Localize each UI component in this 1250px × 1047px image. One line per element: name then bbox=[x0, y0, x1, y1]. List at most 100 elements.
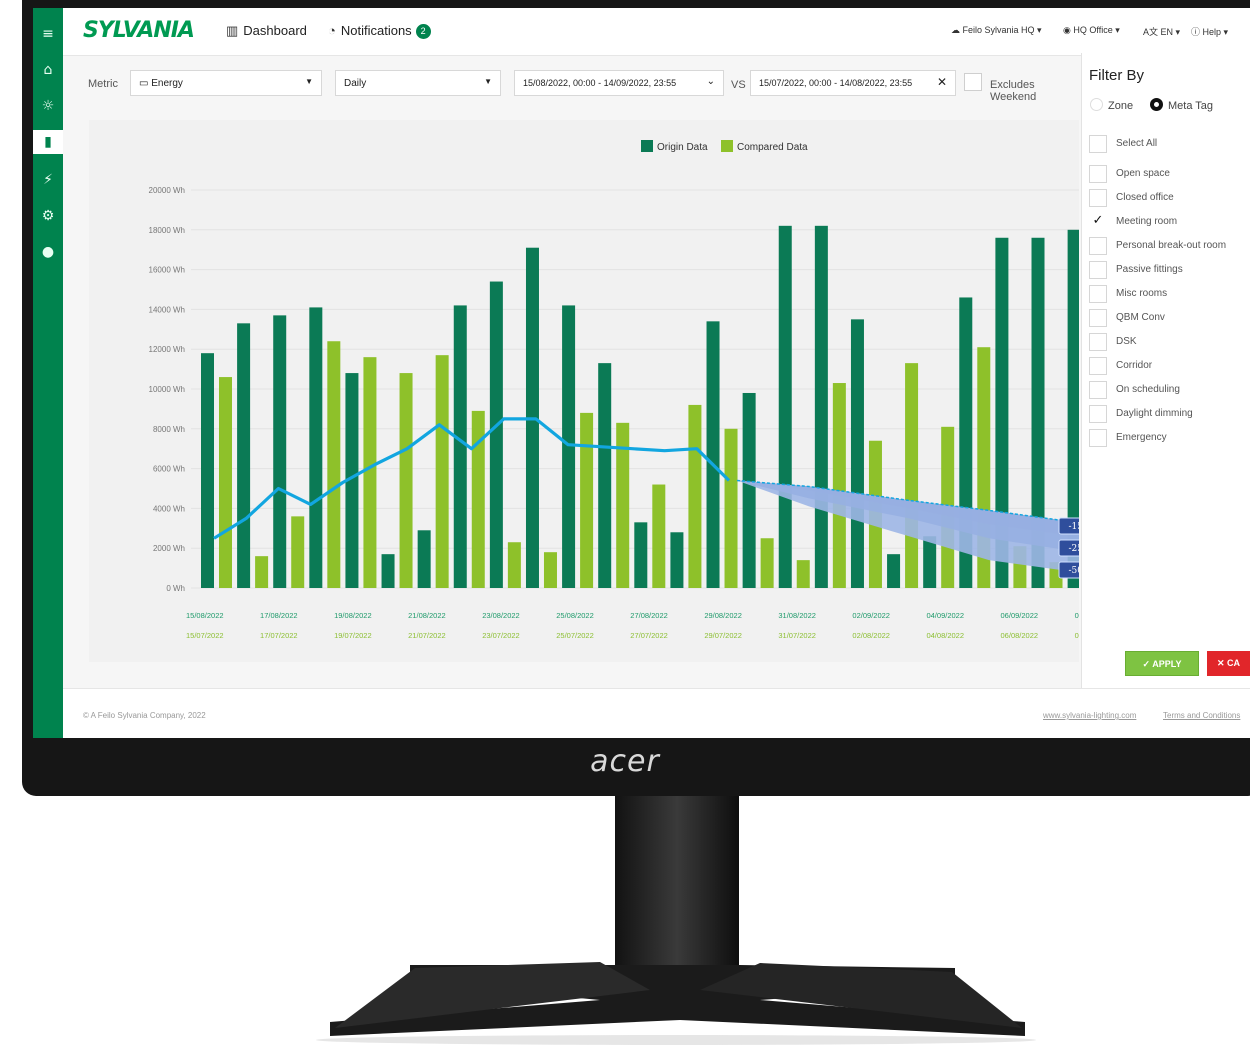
org-selector[interactable]: ☁ Feilo Sylvania HQ ▾ bbox=[951, 25, 1042, 36]
website-link[interactable]: www.sylvania-lighting.com bbox=[1043, 711, 1136, 720]
checkbox[interactable] bbox=[1089, 189, 1107, 207]
terms-link[interactable]: Terms and Conditions bbox=[1163, 711, 1240, 720]
x-tick-label-origin: 19/08/2022 bbox=[334, 611, 372, 620]
help-menu[interactable]: ⓘ Help ▾ bbox=[1191, 25, 1228, 38]
origin-date-range[interactable]: 15/08/2022, 00:00 - 14/09/2022, 23:55 ⌄ bbox=[514, 70, 724, 96]
photo-stage: acer ≡ ⌂ ☼ ▮ ⚡ ⚙ ● SYLVANIA ▥ Dashboard ◔… bbox=[0, 0, 1250, 1047]
nav-dashboard[interactable]: ▥ Dashboard bbox=[226, 23, 307, 39]
x-tick-label-compared: 25/07/2022 bbox=[556, 631, 594, 640]
metric-value: Energy bbox=[151, 78, 183, 89]
checkbox[interactable] bbox=[1089, 237, 1107, 255]
checkbox[interactable] bbox=[1089, 309, 1107, 327]
filter-item-label: DSK bbox=[1116, 336, 1137, 347]
apply-button[interactable]: ✓ APPLY bbox=[1125, 651, 1199, 676]
y-tick-label: 18000 Wh bbox=[149, 226, 185, 235]
chart-icon[interactable]: ▮ bbox=[33, 130, 63, 154]
filter-item-label: Emergency bbox=[1116, 432, 1167, 443]
radio-meta-label: Meta Tag bbox=[1168, 100, 1214, 112]
chart-toolbar: Metric ▭ Energy ▼ Daily ▼ 15/08/2022, 00… bbox=[63, 56, 1102, 106]
filter-item[interactable]: Open space bbox=[1089, 163, 1250, 185]
radio-selected-icon bbox=[1150, 98, 1163, 111]
radio-empty-icon bbox=[1090, 98, 1103, 111]
radio-meta-tag[interactable]: Meta Tag bbox=[1150, 98, 1213, 112]
compared-bar bbox=[507, 542, 521, 588]
filter-item[interactable]: Closed office bbox=[1089, 187, 1250, 209]
compared-bar bbox=[219, 377, 232, 588]
compared-bar bbox=[399, 373, 413, 588]
filter-item-label: Open space bbox=[1116, 168, 1170, 179]
x-tick-label-compared: 31/07/2022 bbox=[778, 631, 816, 640]
origin-bar bbox=[742, 392, 756, 588]
filter-item-label: Select All bbox=[1116, 138, 1158, 149]
building-icon[interactable]: ⌂ bbox=[33, 58, 63, 82]
filter-item[interactable]: Emergency bbox=[1089, 427, 1250, 449]
excludes-weekend-checkbox[interactable] bbox=[964, 73, 982, 91]
forecast-label: -50% bbox=[1068, 566, 1079, 576]
checkbox[interactable] bbox=[1089, 135, 1107, 153]
plug-icon[interactable]: ⚡ bbox=[33, 168, 63, 192]
x-tick-label-compared: 04/08/2022 bbox=[926, 631, 964, 640]
filter-item[interactable]: Passive fittings bbox=[1089, 259, 1250, 281]
checkbox[interactable] bbox=[1089, 405, 1107, 423]
checkbox[interactable] bbox=[1089, 285, 1107, 303]
help-label: Help bbox=[1202, 27, 1222, 37]
radio-zone[interactable]: Zone bbox=[1090, 98, 1133, 112]
checkbox[interactable] bbox=[1089, 333, 1107, 351]
compared-bar bbox=[580, 412, 594, 588]
origin-bar bbox=[598, 363, 612, 588]
filter-item[interactable]: Select All bbox=[1089, 133, 1250, 155]
x-tick-label-compared: 23/07/2022 bbox=[482, 631, 520, 640]
filter-item[interactable]: On scheduling bbox=[1089, 379, 1250, 401]
compared-date-range[interactable]: 15/07/2022, 00:00 - 14/08/2022, 23:55 ✕ bbox=[750, 70, 956, 96]
origin-bar bbox=[670, 532, 684, 588]
x-tick-label-origin: 02/09/2022 bbox=[852, 611, 890, 620]
radio-zone-label: Zone bbox=[1108, 100, 1134, 112]
y-tick-label: 10000 Wh bbox=[149, 385, 185, 394]
language-selector[interactable]: A文 EN ▾ bbox=[1143, 25, 1180, 38]
chevron-down-icon: ⌄ bbox=[706, 76, 715, 87]
site-selector[interactable]: ◉ HQ Office ▾ bbox=[1063, 25, 1120, 36]
cancel-button[interactable]: ✕ CA bbox=[1207, 651, 1250, 676]
origin-bar bbox=[201, 353, 214, 588]
compared-range-value: 15/07/2022, 00:00 - 14/08/2022, 23:55 bbox=[759, 78, 913, 88]
filter-item[interactable]: ✓ Meeting room bbox=[1089, 211, 1250, 233]
origin-bar bbox=[634, 522, 648, 588]
bulb-icon[interactable]: ☼ bbox=[33, 94, 63, 118]
checkbox[interactable] bbox=[1089, 261, 1107, 279]
filter-item[interactable]: Corridor bbox=[1089, 355, 1250, 377]
alert-icon[interactable]: ● bbox=[33, 240, 63, 264]
period-select[interactable]: Daily ▼ bbox=[335, 70, 501, 96]
chart-card: 0 Wh 2000 Wh 4000 Wh 6000 Wh 8000 Wh 10000 Wh… bbox=[89, 120, 1120, 662]
x-tick-label-compared: 06/08/2022 bbox=[1001, 631, 1039, 640]
filter-item[interactable]: Misc rooms bbox=[1089, 283, 1250, 305]
filter-panel: Filter By Zone Meta Tag Select All Open s… bbox=[1081, 53, 1250, 693]
checkmark-icon[interactable]: ✓ bbox=[1089, 213, 1107, 231]
metric-select[interactable]: ▭ Energy ▼ bbox=[130, 70, 322, 96]
nav-dashboard-label: Dashboard bbox=[243, 23, 307, 38]
menu-icon[interactable]: ≡ bbox=[33, 22, 63, 46]
checkbox[interactable] bbox=[1089, 381, 1107, 399]
origin-bar bbox=[887, 554, 901, 588]
filter-item[interactable]: QBM Conv bbox=[1089, 307, 1250, 329]
brand-logo: SYLVANIA bbox=[83, 18, 195, 43]
y-tick-label: 12000 Wh bbox=[149, 345, 185, 354]
x-tick-label-compared: 27/07/2022 bbox=[630, 631, 668, 640]
x-tick-label-compared: 19/07/2022 bbox=[334, 631, 372, 640]
filter-item[interactable]: Daylight dimming bbox=[1089, 403, 1250, 425]
compared-bar bbox=[363, 357, 377, 588]
x-tick-label-origin: 25/08/2022 bbox=[556, 611, 594, 620]
legend-swatch-origin bbox=[641, 140, 653, 152]
x-tick-label-origin: 27/08/2022 bbox=[630, 611, 668, 620]
check-icon: ✓ bbox=[1142, 659, 1153, 669]
checkbox[interactable] bbox=[1089, 429, 1107, 447]
filter-item[interactable]: Personal break-out room bbox=[1089, 235, 1250, 257]
checkbox[interactable] bbox=[1089, 165, 1107, 183]
monitor-logo: acer bbox=[590, 744, 660, 779]
gear-icon[interactable]: ⚙ bbox=[33, 204, 63, 228]
nav-notifications[interactable]: ◔ Notifications 2 bbox=[328, 23, 431, 39]
y-tick-label: 20000 Wh bbox=[149, 186, 185, 195]
filter-item[interactable]: DSK bbox=[1089, 331, 1250, 353]
page-footer: © A Feilo Sylvania Company, 2022 www.syl… bbox=[63, 688, 1250, 738]
clear-icon[interactable]: ✕ bbox=[937, 75, 947, 89]
checkbox[interactable] bbox=[1089, 357, 1107, 375]
